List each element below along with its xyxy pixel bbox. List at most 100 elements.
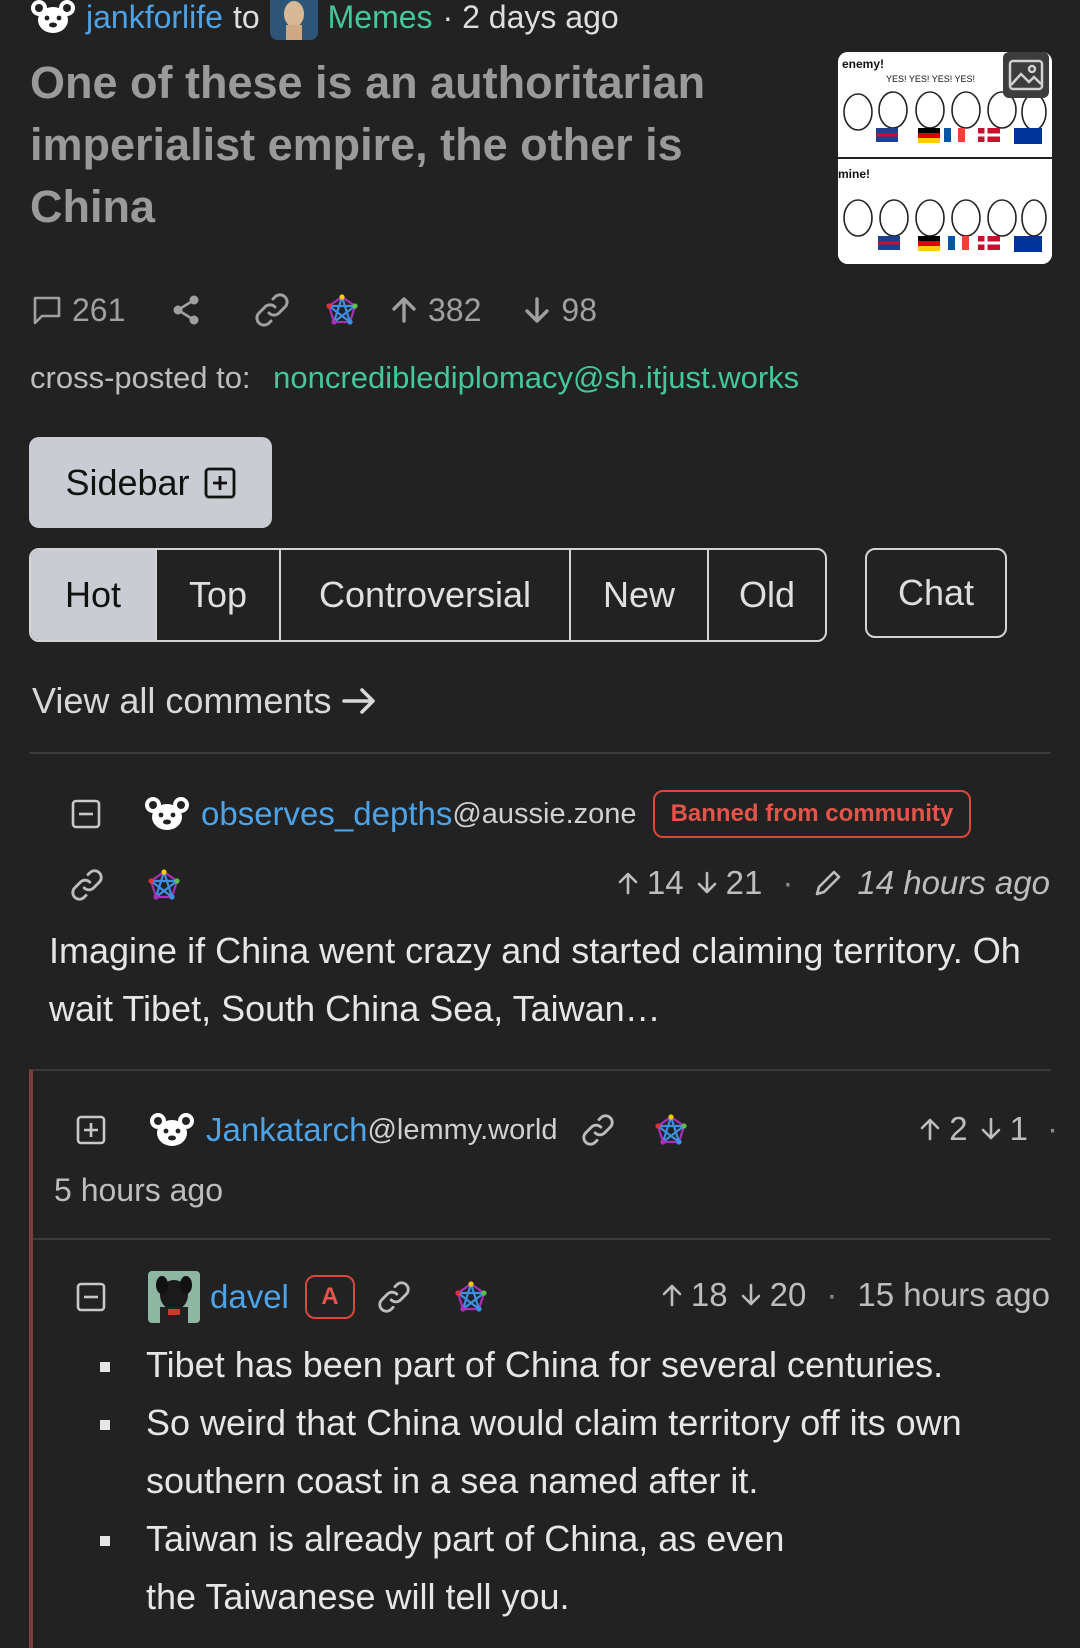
user-avatar-icon[interactable]	[30, 0, 76, 37]
comment-header: observes_depths @aussie.zone Banned from…	[71, 790, 972, 838]
thumb-bottom-text: mine!	[838, 167, 870, 181]
comments-count: 261	[72, 291, 126, 328]
upvote-count: 14	[646, 864, 684, 901]
user-avatar[interactable]	[148, 1271, 200, 1323]
sidebar-button-label: Sidebar	[65, 461, 190, 503]
fediverse-button[interactable]	[326, 294, 376, 326]
chat-button[interactable]: Chat	[865, 548, 1007, 638]
downvote-count: 21	[725, 864, 763, 901]
post-title[interactable]: One of these is an authoritarian imperia…	[30, 52, 750, 238]
link-icon	[255, 293, 289, 327]
user-avatar-icon[interactable]	[148, 1110, 196, 1150]
community-icon[interactable]	[269, 0, 318, 40]
post-author-link[interactable]: jankforlife	[86, 0, 223, 36]
comment-icon	[33, 296, 61, 325]
fediverse-icon	[148, 869, 180, 900]
list-item: Taiwan is already part of China, as even…	[96, 1510, 1056, 1626]
downvote-button[interactable]: 98	[523, 292, 597, 329]
collapse-icon[interactable]	[76, 1282, 106, 1312]
crosspost-label: cross-posted to:	[30, 360, 251, 395]
expand-icon	[204, 467, 235, 498]
arrow-up-icon	[662, 1284, 682, 1307]
arrow-up-icon	[618, 872, 638, 895]
upvote-button[interactable]: 18	[661, 1276, 728, 1314]
post-actions: 261 382 98	[32, 288, 597, 332]
share-icon	[173, 295, 199, 325]
tab-top[interactable]: Top	[155, 550, 279, 640]
link-icon	[71, 869, 103, 901]
edit-pencil-icon	[816, 870, 841, 896]
thread-indent-line[interactable]	[29, 1070, 33, 1648]
arrow-down-icon	[525, 297, 550, 323]
expand-icon[interactable]	[76, 1115, 106, 1145]
collapse-icon[interactable]	[71, 799, 101, 829]
tab-new[interactable]: New	[569, 550, 707, 640]
fediverse-icon[interactable]	[655, 1114, 688, 1146]
comment-votes-row: 18 20 · 15 hours ago	[661, 1276, 1050, 1314]
arrow-right-icon	[342, 688, 376, 714]
tab-old[interactable]: Old	[707, 550, 825, 640]
post-time: · 2 days ago	[442, 0, 619, 35]
view-all-comments-link[interactable]: View all comments	[32, 680, 377, 722]
admin-badge: A	[304, 1275, 355, 1319]
arrow-down-icon	[981, 1117, 1000, 1140]
upvote-count: 2	[949, 1110, 968, 1147]
comment-username[interactable]: davel	[210, 1278, 289, 1316]
comment-body-list: Tibet has been part of China for several…	[96, 1336, 1056, 1626]
sidebar-button[interactable]: Sidebar	[29, 437, 272, 528]
sort-tabs: Hot Top Controversial New Old	[29, 548, 827, 642]
downvote-count: 20	[769, 1276, 807, 1313]
separator-dot: ·	[1047, 1110, 1058, 1147]
comment-time: 14 hours ago	[857, 864, 1050, 901]
tab-hot[interactable]: Hot	[31, 550, 155, 640]
post-meta: jankforlife to Memes · 2 days ago	[30, 0, 619, 40]
banned-badge: Banned from community	[652, 790, 972, 838]
comment-votes-row: 14 21 · 14 hours ago	[617, 864, 1050, 902]
divider	[33, 1238, 1051, 1240]
separator-dot: ·	[782, 864, 794, 901]
downvote-button[interactable]: 1	[980, 1110, 1028, 1148]
user-avatar-icon[interactable]	[143, 794, 191, 834]
list-item: Tibet has been part of China for several…	[96, 1336, 1056, 1394]
upvote-button[interactable]: 2	[919, 1110, 968, 1148]
downvote-button[interactable]: 20	[740, 1276, 807, 1314]
to-word: to	[232, 0, 260, 35]
divider	[29, 1069, 1051, 1071]
upvote-button[interactable]: 14	[617, 864, 684, 902]
upvote-button[interactable]: 382	[390, 292, 481, 329]
arrow-up-icon	[392, 297, 416, 323]
share-button[interactable]	[172, 295, 232, 325]
downvote-count: 1	[1009, 1110, 1028, 1147]
comment-body: Imagine if China went crazy and started …	[49, 930, 1021, 1029]
comment-header: davel A	[76, 1270, 487, 1324]
link-icon[interactable]	[581, 1113, 615, 1147]
thumb-top-text: enemy!	[842, 57, 884, 71]
tab-controversial[interactable]: Controversial	[279, 550, 569, 640]
community-link[interactable]: Memes	[328, 0, 433, 36]
comment-time: 5 hours ago	[54, 1172, 224, 1208]
crosspost-link[interactable]: noncrediblediplomacy@sh.itjust.works	[273, 360, 799, 395]
downvote-count: 98	[561, 291, 597, 328]
comments-button[interactable]: 261	[32, 292, 152, 329]
image-expand-icon[interactable]	[1003, 52, 1049, 98]
downvote-button[interactable]: 21	[696, 864, 763, 902]
crosspost-row: cross-posted to: noncrediblediplomacy@sh…	[30, 360, 799, 396]
fediverse-icon[interactable]	[455, 1281, 487, 1313]
comment-instance: @lemmy.world	[367, 1113, 558, 1146]
comment-instance: @aussie.zone	[452, 797, 637, 830]
view-all-label: View all comments	[32, 680, 332, 721]
comment-link-button[interactable]	[70, 868, 104, 902]
comment-username[interactable]: Jankatarch	[206, 1111, 367, 1149]
upvote-count: 18	[690, 1276, 728, 1313]
arrow-up-icon	[920, 1118, 940, 1141]
comment-votes-row: 2 1	[919, 1110, 1028, 1148]
upvote-count: 382	[428, 291, 482, 328]
comment-fediverse-button[interactable]	[148, 869, 180, 901]
arrow-down-icon	[697, 871, 716, 894]
link-icon[interactable]	[377, 1280, 411, 1314]
separator-dot: ·	[826, 1276, 838, 1313]
comment-username[interactable]: observes_depths	[201, 795, 452, 833]
arrow-down-icon	[741, 1283, 760, 1306]
link-button[interactable]	[254, 292, 314, 328]
comment-header: Jankatarch @lemmy.world	[76, 1108, 688, 1152]
